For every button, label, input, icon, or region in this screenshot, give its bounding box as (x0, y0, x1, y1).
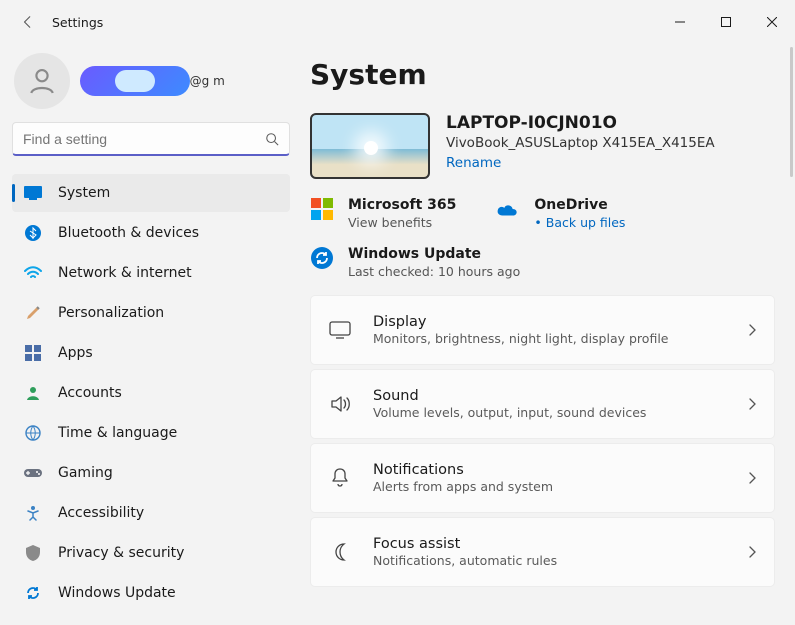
sidebar-item-apps[interactable]: Apps (12, 334, 290, 372)
sidebar: 2@g m System Bluetooth & devices Network… (0, 44, 300, 625)
sidebar-item-accessibility[interactable]: Accessibility (12, 494, 290, 532)
close-button[interactable] (749, 6, 795, 38)
profile-badge (80, 66, 190, 96)
status-title: OneDrive (534, 197, 625, 213)
profile-block[interactable]: 2@g m (12, 44, 290, 118)
gaming-icon (24, 464, 42, 482)
settings-card-sound[interactable]: Sound Volume levels, output, input, soun… (310, 369, 775, 439)
status-sub: View benefits (348, 215, 456, 230)
sidebar-item-windows-update[interactable]: Windows Update (12, 574, 290, 612)
window-title: Settings (52, 15, 103, 30)
card-sub: Volume levels, output, input, sound devi… (373, 405, 646, 420)
sidebar-item-accounts[interactable]: Accounts (12, 374, 290, 412)
moon-icon (329, 542, 351, 562)
titlebar: Settings (0, 0, 795, 44)
sound-icon (329, 394, 351, 414)
device-rename-link[interactable]: Rename (446, 155, 715, 171)
sidebar-item-personalization[interactable]: Personalization (12, 294, 290, 332)
chevron-right-icon (748, 546, 756, 558)
display-icon (329, 321, 351, 339)
windows-update-icon (310, 246, 334, 270)
scrollbar[interactable] (790, 47, 793, 177)
device-info: LAPTOP-I0CJN01O VivoBook_ASUSLaptop X415… (310, 113, 775, 179)
close-icon (767, 17, 777, 27)
sidebar-item-label: Bluetooth & devices (58, 225, 199, 241)
bell-icon (329, 467, 351, 489)
device-name: LAPTOP-I0CJN01O (446, 113, 715, 133)
arrow-left-icon (21, 15, 35, 29)
sidebar-item-label: Accessibility (58, 505, 144, 521)
status-windows-update[interactable]: Windows Update Last checked: 10 hours ag… (310, 246, 520, 279)
sidebar-item-label: Gaming (58, 465, 113, 481)
brush-icon (24, 304, 42, 322)
maximize-button[interactable] (703, 6, 749, 38)
maximize-icon (721, 17, 731, 27)
search-icon (265, 132, 279, 146)
sidebar-item-system[interactable]: System (12, 174, 290, 212)
sidebar-item-label: Windows Update (58, 585, 176, 601)
shield-icon (24, 544, 42, 562)
status-onedrive[interactable]: OneDrive Back up files (496, 197, 625, 230)
card-sub: Notifications, automatic rules (373, 553, 557, 568)
card-sub: Alerts from apps and system (373, 479, 553, 494)
card-title: Notifications (373, 462, 553, 478)
sidebar-item-bluetooth[interactable]: Bluetooth & devices (12, 214, 290, 252)
status-ms365[interactable]: Microsoft 365 View benefits (310, 197, 456, 230)
wifi-icon (24, 264, 42, 282)
chevron-right-icon (748, 324, 756, 336)
settings-card-notifications[interactable]: Notifications Alerts from apps and syste… (310, 443, 775, 513)
back-button[interactable] (12, 6, 44, 38)
status-title: Windows Update (348, 246, 520, 262)
card-title: Display (373, 314, 668, 330)
bluetooth-icon (24, 224, 42, 242)
card-sub: Monitors, brightness, night light, displ… (373, 331, 668, 346)
settings-list: Display Monitors, brightness, night ligh… (310, 295, 775, 587)
window-controls (657, 6, 795, 38)
status-sub[interactable]: Back up files (534, 215, 625, 230)
person-icon (26, 65, 58, 97)
sidebar-nav: System Bluetooth & devices Network & int… (12, 174, 290, 612)
chevron-right-icon (748, 398, 756, 410)
sidebar-item-privacy[interactable]: Privacy & security (12, 534, 290, 572)
apps-icon (24, 344, 42, 362)
accessibility-icon (24, 504, 42, 522)
update-icon (24, 584, 42, 602)
settings-card-focus-assist[interactable]: Focus assist Notifications, automatic ru… (310, 517, 775, 587)
sidebar-item-label: Time & language (58, 425, 177, 441)
minimize-icon (675, 17, 685, 27)
sidebar-item-label: Accounts (58, 385, 122, 401)
device-wallpaper-thumb[interactable] (310, 113, 430, 179)
minimize-button[interactable] (657, 6, 703, 38)
chevron-right-icon (748, 472, 756, 484)
sidebar-item-label: Privacy & security (58, 545, 184, 561)
sidebar-item-label: Apps (58, 345, 93, 361)
main-pane: System LAPTOP-I0CJN01O VivoBook_ASUSLapt… (300, 44, 795, 625)
status-row-2: Windows Update Last checked: 10 hours ag… (310, 246, 775, 279)
microsoft-365-icon (310, 197, 334, 221)
search-input[interactable] (23, 131, 265, 147)
sidebar-item-label: Network & internet (58, 265, 192, 281)
sidebar-item-time-language[interactable]: Time & language (12, 414, 290, 452)
globe-icon (24, 424, 42, 442)
sidebar-item-gaming[interactable]: Gaming (12, 454, 290, 492)
card-title: Sound (373, 388, 646, 404)
avatar (14, 53, 70, 109)
status-sub: Last checked: 10 hours ago (348, 264, 520, 279)
onedrive-icon (496, 197, 520, 221)
sidebar-item-network[interactable]: Network & internet (12, 254, 290, 292)
status-title: Microsoft 365 (348, 197, 456, 213)
settings-card-display[interactable]: Display Monitors, brightness, night ligh… (310, 295, 775, 365)
search-box[interactable] (12, 122, 290, 156)
card-title: Focus assist (373, 536, 557, 552)
sidebar-item-label: Personalization (58, 305, 164, 321)
accounts-icon (24, 384, 42, 402)
status-row: Microsoft 365 View benefits OneDrive Bac… (310, 197, 775, 230)
sidebar-item-label: System (58, 185, 110, 201)
page-title: System (310, 58, 775, 91)
device-model: VivoBook_ASUSLaptop X415EA_X415EA (446, 135, 715, 151)
system-icon (24, 184, 42, 202)
